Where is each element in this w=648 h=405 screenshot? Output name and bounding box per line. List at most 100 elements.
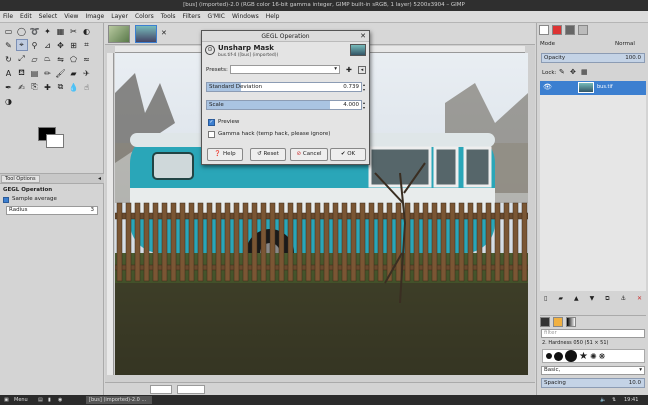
gamma-hack-checkbox[interactable]: [208, 131, 215, 138]
menu-edit[interactable]: Edit: [20, 13, 32, 20]
file-manager-icon[interactable]: ▤: [38, 395, 43, 405]
brush-filter-input[interactable]: filter: [541, 329, 645, 338]
zoom-icon[interactable]: ⚲: [29, 39, 41, 51]
new-group-icon[interactable]: ▰: [558, 295, 563, 307]
menu-file[interactable]: File: [3, 13, 13, 20]
layers-tab-icon[interactable]: [539, 25, 549, 35]
lock-pixels-icon[interactable]: ✎: [559, 68, 565, 76]
measure-icon[interactable]: ⊿: [42, 39, 54, 51]
image-thumbnail-1[interactable]: [108, 25, 130, 43]
paths-tab-icon[interactable]: [565, 25, 575, 35]
scissors-icon[interactable]: ✂: [68, 25, 80, 37]
color-select-icon[interactable]: ▦: [55, 25, 67, 37]
perspective-clone-icon[interactable]: ⧉: [55, 81, 67, 93]
tab-tool-options[interactable]: Tool Options: [1, 175, 40, 183]
fuzzy-select-icon[interactable]: ✦: [42, 25, 54, 37]
scale-icon[interactable]: ⤢: [16, 53, 28, 65]
layer-visibility-icon[interactable]: 👁: [543, 83, 552, 91]
std-dev-slider[interactable]: Standard Deviation 0.739: [206, 82, 362, 92]
menu-windows[interactable]: Windows: [232, 13, 259, 20]
raise-layer-icon[interactable]: ▲: [574, 295, 579, 307]
clone-icon[interactable]: ⎘: [29, 81, 41, 93]
eraser-icon[interactable]: ▰: [68, 67, 80, 79]
ink-icon[interactable]: ✒: [3, 81, 15, 93]
reset-button[interactable]: ↺ Reset: [250, 148, 286, 161]
cage-icon[interactable]: ⬠: [68, 53, 80, 65]
image-thumbnail-2[interactable]: [135, 25, 157, 43]
add-preset-icon[interactable]: ✚: [346, 66, 352, 74]
warp-icon[interactable]: ≈: [81, 53, 93, 65]
brush-hardness-100-icon[interactable]: [565, 350, 577, 362]
align-icon[interactable]: ⊞: [68, 39, 80, 51]
gradients-tab-icon[interactable]: [566, 317, 576, 327]
scale-spin-icon[interactable]: ▴ ▾: [363, 100, 365, 110]
menu-help[interactable]: Help: [266, 13, 280, 20]
flip-icon[interactable]: ⇋: [55, 53, 67, 65]
preset-menu-icon[interactable]: ◂: [358, 66, 366, 74]
zoom-selector[interactable]: [177, 385, 205, 394]
radius-spinner[interactable]: Radius 3: [6, 206, 98, 215]
delete-layer-icon[interactable]: ✕: [637, 295, 642, 307]
taskbar-gimp-window[interactable]: [bus] (imported)-2.0 ...: [86, 396, 152, 404]
dialog-close-icon[interactable]: ✕: [360, 32, 366, 40]
menu-start-icon[interactable]: ▣: [4, 395, 9, 405]
unit-selector[interactable]: [150, 385, 172, 394]
brush-splatter-icon[interactable]: ✺: [590, 352, 597, 361]
spacing-slider[interactable]: Spacing 10.0: [541, 378, 645, 388]
mode-select[interactable]: Normal: [615, 41, 635, 47]
preview-checkbox[interactable]: ✓: [208, 119, 215, 126]
ok-button[interactable]: ✔ OK: [330, 148, 366, 161]
shear-icon[interactable]: ▱: [29, 53, 41, 65]
foreground-select-icon[interactable]: ◐: [81, 25, 93, 37]
brush-hardness-025-icon[interactable]: [546, 353, 552, 359]
lock-position-icon[interactable]: ✥: [570, 68, 576, 76]
text-icon[interactable]: A: [3, 67, 15, 79]
new-layer-icon[interactable]: ▯: [544, 295, 547, 307]
menu-gmic[interactable]: G'MIC: [208, 13, 225, 20]
help-button[interactable]: ❓ Help: [207, 148, 243, 161]
std-dev-spin-icon[interactable]: ▴ ▾: [363, 82, 365, 92]
menu-colors[interactable]: Colors: [135, 13, 154, 20]
move-icon[interactable]: ✥: [55, 39, 67, 51]
bucket-fill-icon[interactable]: ⛾: [16, 67, 28, 79]
brushes-tab-icon[interactable]: [540, 317, 550, 327]
close-tab-icon[interactable]: ✕: [161, 29, 167, 37]
volume-icon[interactable]: 🔈: [600, 395, 606, 405]
presets-combo[interactable]: ▾: [230, 65, 340, 74]
menu-view[interactable]: View: [64, 13, 78, 20]
terminal-icon[interactable]: ▮: [48, 395, 51, 405]
menu-image[interactable]: Image: [85, 13, 104, 20]
background-color-swatch[interactable]: [46, 134, 64, 148]
mypaint-icon[interactable]: ✍: [16, 81, 28, 93]
color-picker-icon[interactable]: ⌖: [15, 39, 28, 51]
lock-alpha-icon[interactable]: ▦: [581, 68, 588, 76]
airbrush-icon[interactable]: ✈: [81, 67, 93, 79]
sample-average-checkbox[interactable]: [3, 197, 9, 203]
anchor-icon[interactable]: ⚓: [621, 295, 626, 307]
brush-hardness-050-icon[interactable]: [554, 351, 563, 361]
crop-icon[interactable]: ⌗: [81, 39, 93, 51]
heal-icon[interactable]: ✚: [42, 81, 54, 93]
rect-select-icon[interactable]: ▭: [3, 25, 15, 37]
duplicate-layer-icon[interactable]: ⧉: [605, 295, 609, 307]
channels-tab-icon[interactable]: [552, 25, 562, 35]
menu-select[interactable]: Select: [39, 13, 58, 20]
panel-menu-icon[interactable]: ◂: [98, 174, 101, 184]
perspective-icon[interactable]: ⏢: [42, 53, 54, 65]
scale-slider[interactable]: Scale 4.000: [206, 100, 362, 110]
menu-tools[interactable]: Tools: [161, 13, 176, 20]
menu-layer[interactable]: Layer: [111, 13, 128, 20]
opacity-slider[interactable]: Opacity 100.0: [541, 53, 645, 63]
paintbrush-icon[interactable]: 🖌: [55, 67, 67, 79]
browser-icon[interactable]: ◉: [58, 395, 62, 405]
rotate-icon[interactable]: ↻: [3, 53, 15, 65]
free-select-icon[interactable]: ➰: [29, 25, 41, 37]
lower-layer-icon[interactable]: ▼: [590, 295, 595, 307]
taskbar-menu[interactable]: Menu: [14, 395, 28, 405]
network-icon[interactable]: ⇅: [612, 395, 616, 405]
smudge-icon[interactable]: ☝: [81, 81, 93, 93]
patterns-tab-icon[interactable]: [553, 317, 563, 327]
cancel-button[interactable]: ⊘ Cancel: [290, 148, 328, 161]
brush-star-icon[interactable]: ★: [579, 351, 588, 362]
paths-icon[interactable]: ✎: [3, 39, 15, 51]
